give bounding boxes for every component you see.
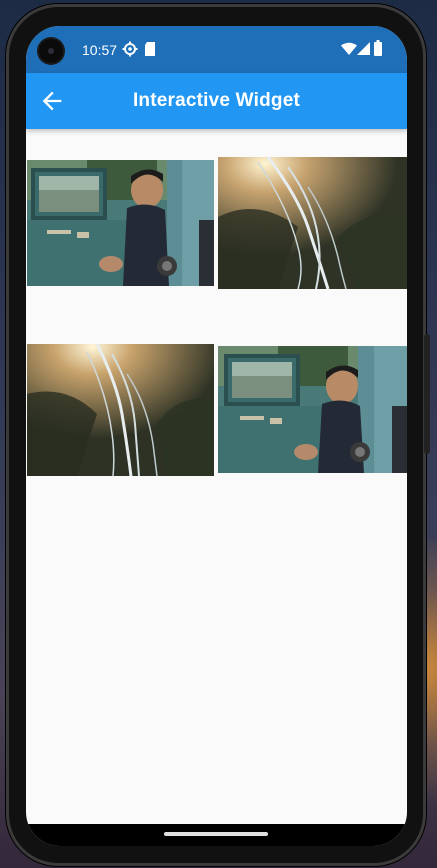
settings-gear-icon	[122, 41, 138, 57]
phone-frame: 10:57 Interactive Widget	[6, 4, 430, 866]
gallery-image-truck-driver[interactable]	[218, 346, 407, 473]
power-button	[424, 334, 430, 454]
home-gesture-handle[interactable]	[164, 832, 268, 836]
gallery-image-truck-driver[interactable]	[27, 160, 214, 286]
sd-card-icon	[145, 42, 155, 56]
app-bar: Interactive Widget	[26, 73, 407, 129]
status-bar: 10:57	[26, 26, 407, 73]
app-screen: 10:57 Interactive Widget	[26, 26, 407, 846]
front-camera	[39, 39, 63, 63]
cellular-signal-icon	[357, 42, 370, 55]
status-time: 10:57	[82, 42, 118, 58]
gallery-image-river-aerial[interactable]	[27, 344, 214, 476]
gallery-image-river-aerial[interactable]	[218, 157, 407, 289]
page-title: Interactive Widget	[132, 90, 301, 111]
battery-icon	[374, 40, 382, 56]
wifi-icon	[341, 42, 357, 55]
